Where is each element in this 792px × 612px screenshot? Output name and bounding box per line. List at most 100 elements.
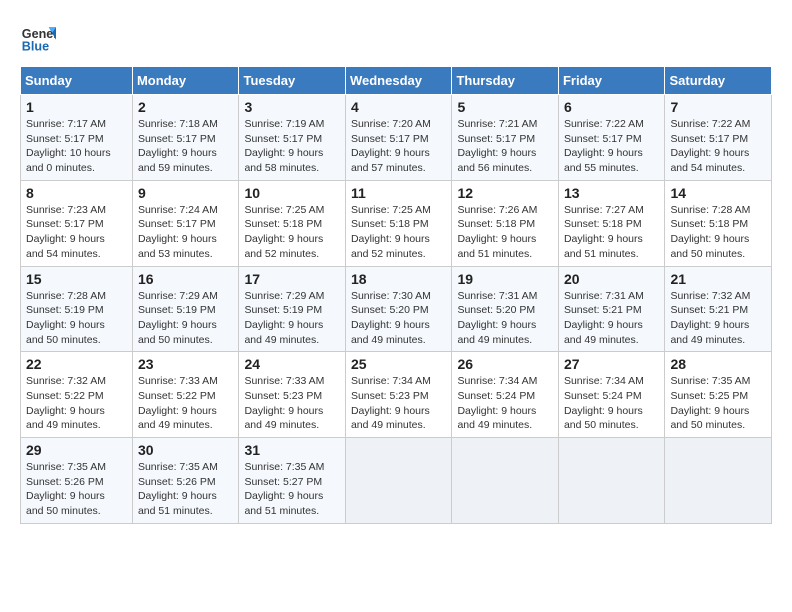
day-number: 27 (564, 356, 660, 372)
column-header-wednesday: Wednesday (345, 67, 452, 95)
day-number: 18 (351, 271, 447, 287)
day-info: Sunrise: 7:22 AMSunset: 5:17 PMDaylight:… (564, 117, 660, 176)
day-info: Sunrise: 7:33 AMSunset: 5:22 PMDaylight:… (138, 374, 234, 433)
day-cell: 19 Sunrise: 7:31 AMSunset: 5:20 PMDayligh… (452, 266, 559, 352)
day-number: 30 (138, 442, 234, 458)
day-number: 21 (670, 271, 766, 287)
day-cell: 11 Sunrise: 7:25 AMSunset: 5:18 PMDayligh… (345, 180, 452, 266)
day-info: Sunrise: 7:19 AMSunset: 5:17 PMDaylight:… (244, 117, 340, 176)
day-info: Sunrise: 7:27 AMSunset: 5:18 PMDaylight:… (564, 203, 660, 262)
day-number: 9 (138, 185, 234, 201)
column-header-thursday: Thursday (452, 67, 559, 95)
day-info: Sunrise: 7:22 AMSunset: 5:17 PMDaylight:… (670, 117, 766, 176)
day-cell: 28 Sunrise: 7:35 AMSunset: 5:25 PMDayligh… (665, 352, 772, 438)
day-info: Sunrise: 7:29 AMSunset: 5:19 PMDaylight:… (138, 289, 234, 348)
day-info: Sunrise: 7:28 AMSunset: 5:18 PMDaylight:… (670, 203, 766, 262)
day-info: Sunrise: 7:34 AMSunset: 5:24 PMDaylight:… (457, 374, 553, 433)
day-info: Sunrise: 7:31 AMSunset: 5:20 PMDaylight:… (457, 289, 553, 348)
day-number: 23 (138, 356, 234, 372)
calendar-table: SundayMondayTuesdayWednesdayThursdayFrid… (20, 66, 772, 524)
day-number: 14 (670, 185, 766, 201)
day-cell (345, 438, 452, 524)
day-cell: 16 Sunrise: 7:29 AMSunset: 5:19 PMDayligh… (132, 266, 239, 352)
column-header-tuesday: Tuesday (239, 67, 346, 95)
day-info: Sunrise: 7:35 AMSunset: 5:27 PMDaylight:… (244, 460, 340, 519)
day-info: Sunrise: 7:34 AMSunset: 5:24 PMDaylight:… (564, 374, 660, 433)
day-number: 15 (26, 271, 127, 287)
day-cell: 6Sunrise: 7:22 AMSunset: 5:17 PMDaylight… (558, 95, 665, 181)
day-number: 1 (26, 99, 127, 115)
day-cell: 1 Sunrise: 7:17 AMSunset: 5:17 PMDaylight… (21, 95, 133, 181)
day-cell: 25 Sunrise: 7:34 AMSunset: 5:23 PMDayligh… (345, 352, 452, 438)
day-cell: 5Sunrise: 7:21 AMSunset: 5:17 PMDaylight… (452, 95, 559, 181)
day-info: Sunrise: 7:34 AMSunset: 5:23 PMDaylight:… (351, 374, 447, 433)
column-header-friday: Friday (558, 67, 665, 95)
day-info: Sunrise: 7:23 AMSunset: 5:17 PMDaylight:… (26, 203, 127, 262)
day-number: 4 (351, 99, 447, 115)
day-cell: 9 Sunrise: 7:24 AMSunset: 5:17 PMDaylight… (132, 180, 239, 266)
day-info: Sunrise: 7:32 AMSunset: 5:22 PMDaylight:… (26, 374, 127, 433)
day-number: 3 (244, 99, 340, 115)
day-number: 20 (564, 271, 660, 287)
day-number: 12 (457, 185, 553, 201)
column-header-sunday: Sunday (21, 67, 133, 95)
day-info: Sunrise: 7:35 AMSunset: 5:26 PMDaylight:… (26, 460, 127, 519)
week-row-2: 8 Sunrise: 7:23 AMSunset: 5:17 PMDaylight… (21, 180, 772, 266)
day-cell: 2 Sunrise: 7:18 AMSunset: 5:17 PMDaylight… (132, 95, 239, 181)
day-number: 25 (351, 356, 447, 372)
day-number: 29 (26, 442, 127, 458)
day-cell: 8 Sunrise: 7:23 AMSunset: 5:17 PMDaylight… (21, 180, 133, 266)
day-info: Sunrise: 7:24 AMSunset: 5:17 PMDaylight:… (138, 203, 234, 262)
day-cell: 4 Sunrise: 7:20 AMSunset: 5:17 PMDaylight… (345, 95, 452, 181)
week-row-5: 29 Sunrise: 7:35 AMSunset: 5:26 PMDayligh… (21, 438, 772, 524)
day-info: Sunrise: 7:35 AMSunset: 5:26 PMDaylight:… (138, 460, 234, 519)
day-cell: 17 Sunrise: 7:29 AMSunset: 5:19 PMDayligh… (239, 266, 346, 352)
day-number: 19 (457, 271, 553, 287)
day-info: Sunrise: 7:32 AMSunset: 5:21 PMDaylight:… (670, 289, 766, 348)
day-cell: 22Sunrise: 7:32 AMSunset: 5:22 PMDayligh… (21, 352, 133, 438)
day-info: Sunrise: 7:30 AMSunset: 5:20 PMDaylight:… (351, 289, 447, 348)
day-info: Sunrise: 7:17 AMSunset: 5:17 PMDaylight:… (26, 117, 127, 176)
week-row-4: 22Sunrise: 7:32 AMSunset: 5:22 PMDayligh… (21, 352, 772, 438)
day-cell: 29 Sunrise: 7:35 AMSunset: 5:26 PMDayligh… (21, 438, 133, 524)
day-cell: 21 Sunrise: 7:32 AMSunset: 5:21 PMDayligh… (665, 266, 772, 352)
day-number: 28 (670, 356, 766, 372)
week-row-1: 1 Sunrise: 7:17 AMSunset: 5:17 PMDaylight… (21, 95, 772, 181)
day-info: Sunrise: 7:21 AMSunset: 5:17 PMDaylight:… (457, 117, 553, 176)
day-cell: 27 Sunrise: 7:34 AMSunset: 5:24 PMDayligh… (558, 352, 665, 438)
day-cell (558, 438, 665, 524)
day-info: Sunrise: 7:29 AMSunset: 5:19 PMDaylight:… (244, 289, 340, 348)
svg-text:Blue: Blue (22, 40, 49, 54)
page-header: General Blue (20, 20, 772, 56)
day-number: 17 (244, 271, 340, 287)
day-cell: 30 Sunrise: 7:35 AMSunset: 5:26 PMDayligh… (132, 438, 239, 524)
day-number: 26 (457, 356, 553, 372)
day-number: 2 (138, 99, 234, 115)
day-number: 31 (244, 442, 340, 458)
week-row-3: 15 Sunrise: 7:28 AMSunset: 5:19 PMDayligh… (21, 266, 772, 352)
day-info: Sunrise: 7:25 AMSunset: 5:18 PMDaylight:… (351, 203, 447, 262)
day-cell: 31 Sunrise: 7:35 AMSunset: 5:27 PMDayligh… (239, 438, 346, 524)
day-info: Sunrise: 7:25 AMSunset: 5:18 PMDaylight:… (244, 203, 340, 262)
day-info: Sunrise: 7:28 AMSunset: 5:19 PMDaylight:… (26, 289, 127, 348)
day-cell: 14 Sunrise: 7:28 AMSunset: 5:18 PMDayligh… (665, 180, 772, 266)
day-info: Sunrise: 7:35 AMSunset: 5:25 PMDaylight:… (670, 374, 766, 433)
day-cell: 3 Sunrise: 7:19 AMSunset: 5:17 PMDaylight… (239, 95, 346, 181)
day-info: Sunrise: 7:18 AMSunset: 5:17 PMDaylight:… (138, 117, 234, 176)
day-info: Sunrise: 7:33 AMSunset: 5:23 PMDaylight:… (244, 374, 340, 433)
day-info: Sunrise: 7:31 AMSunset: 5:21 PMDaylight:… (564, 289, 660, 348)
day-cell: 26 Sunrise: 7:34 AMSunset: 5:24 PMDayligh… (452, 352, 559, 438)
day-number: 16 (138, 271, 234, 287)
day-number: 13 (564, 185, 660, 201)
day-cell: 24 Sunrise: 7:33 AMSunset: 5:23 PMDayligh… (239, 352, 346, 438)
day-number: 24 (244, 356, 340, 372)
day-number: 8 (26, 185, 127, 201)
day-info: Sunrise: 7:20 AMSunset: 5:17 PMDaylight:… (351, 117, 447, 176)
day-number: 11 (351, 185, 447, 201)
column-header-monday: Monday (132, 67, 239, 95)
day-cell (452, 438, 559, 524)
day-cell: 18 Sunrise: 7:30 AMSunset: 5:20 PMDayligh… (345, 266, 452, 352)
day-cell (665, 438, 772, 524)
day-cell: 7Sunrise: 7:22 AMSunset: 5:17 PMDaylight… (665, 95, 772, 181)
day-cell: 20 Sunrise: 7:31 AMSunset: 5:21 PMDayligh… (558, 266, 665, 352)
